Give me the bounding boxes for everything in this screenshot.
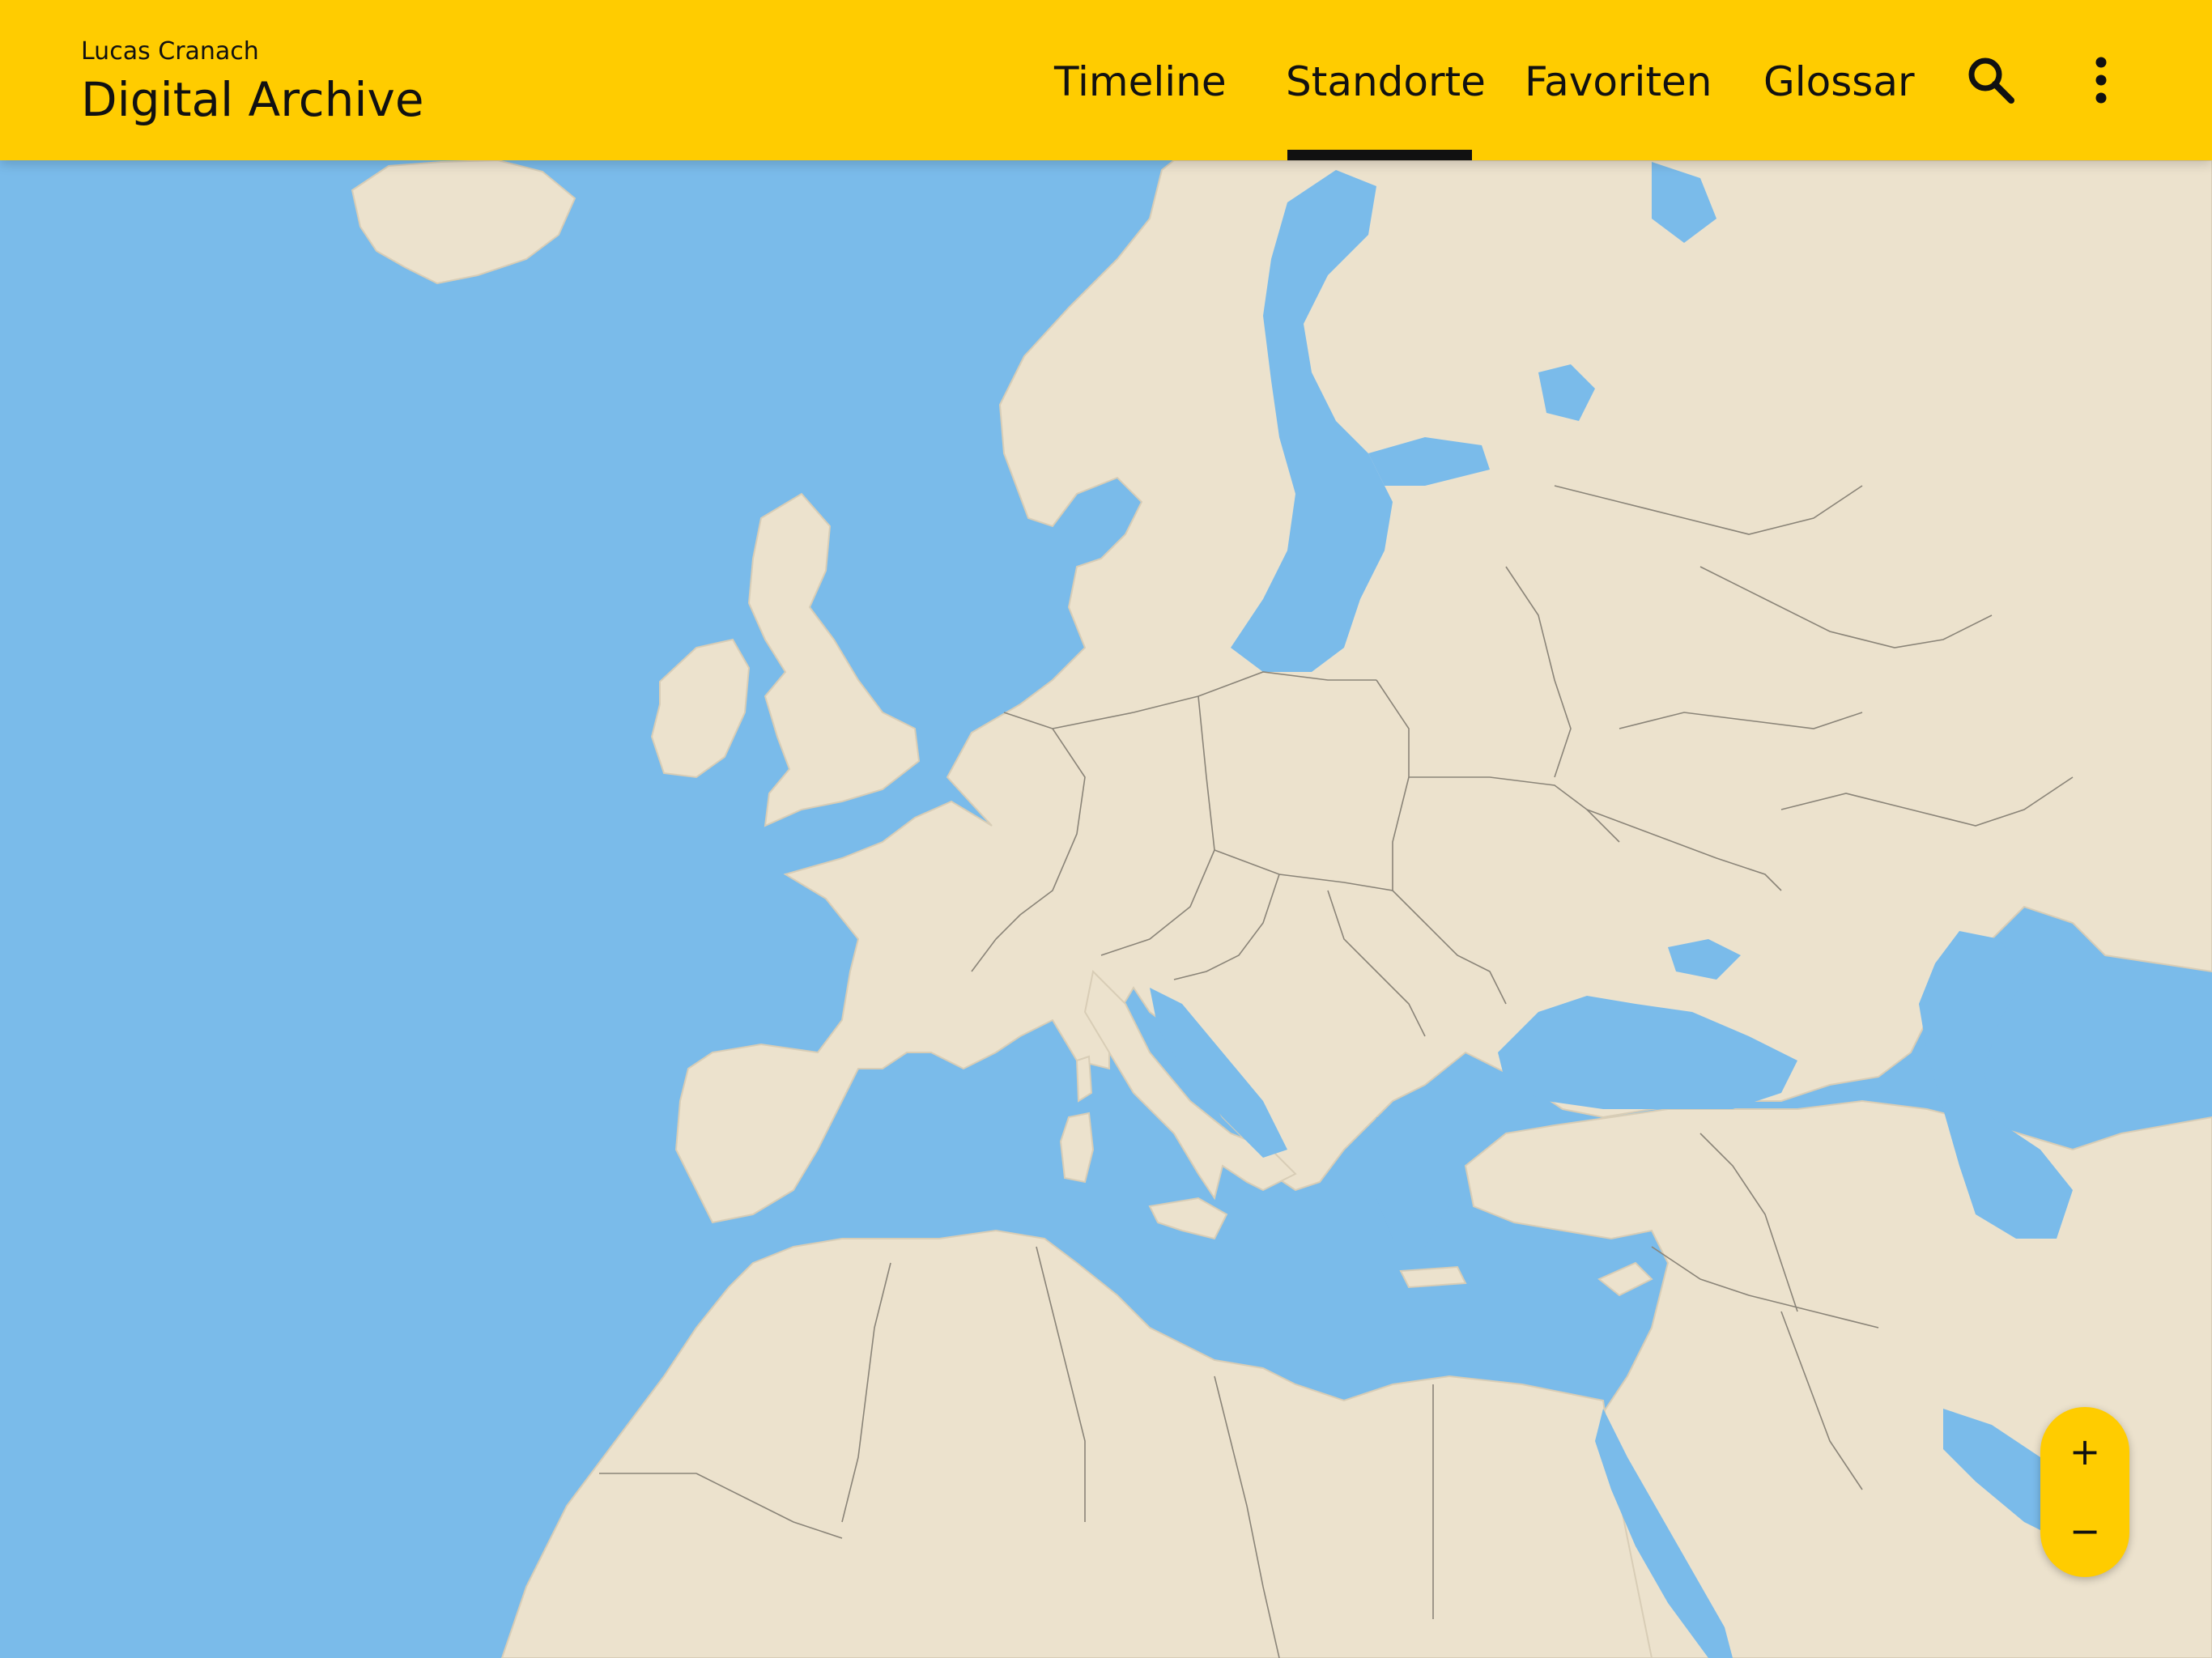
active-tab-indicator: [1287, 150, 1472, 160]
app-header: Lucas Cranach Digital Archive Timeline S…: [0, 0, 2212, 160]
zoom-out-button[interactable]: −: [2040, 1491, 2129, 1571]
land-crete: [1399, 1265, 1467, 1289]
zoom-control: + −: [2040, 1407, 2129, 1577]
land-corsica: [1075, 1055, 1093, 1103]
map-canvas[interactable]: [0, 160, 2212, 1658]
search-icon[interactable]: [1964, 53, 2018, 107]
tab-glossar[interactable]: Glossar: [1763, 53, 1915, 110]
tab-favoriten[interactable]: Favoriten: [1525, 53, 1712, 110]
zoom-in-button[interactable]: +: [2040, 1412, 2129, 1491]
tab-timeline[interactable]: Timeline: [1054, 53, 1227, 110]
more-vertical-icon[interactable]: [2084, 53, 2118, 107]
tab-standorte[interactable]: Standorte: [1286, 53, 1486, 110]
main-nav: Timeline Standorte Favoriten Glossar: [0, 0, 2212, 160]
